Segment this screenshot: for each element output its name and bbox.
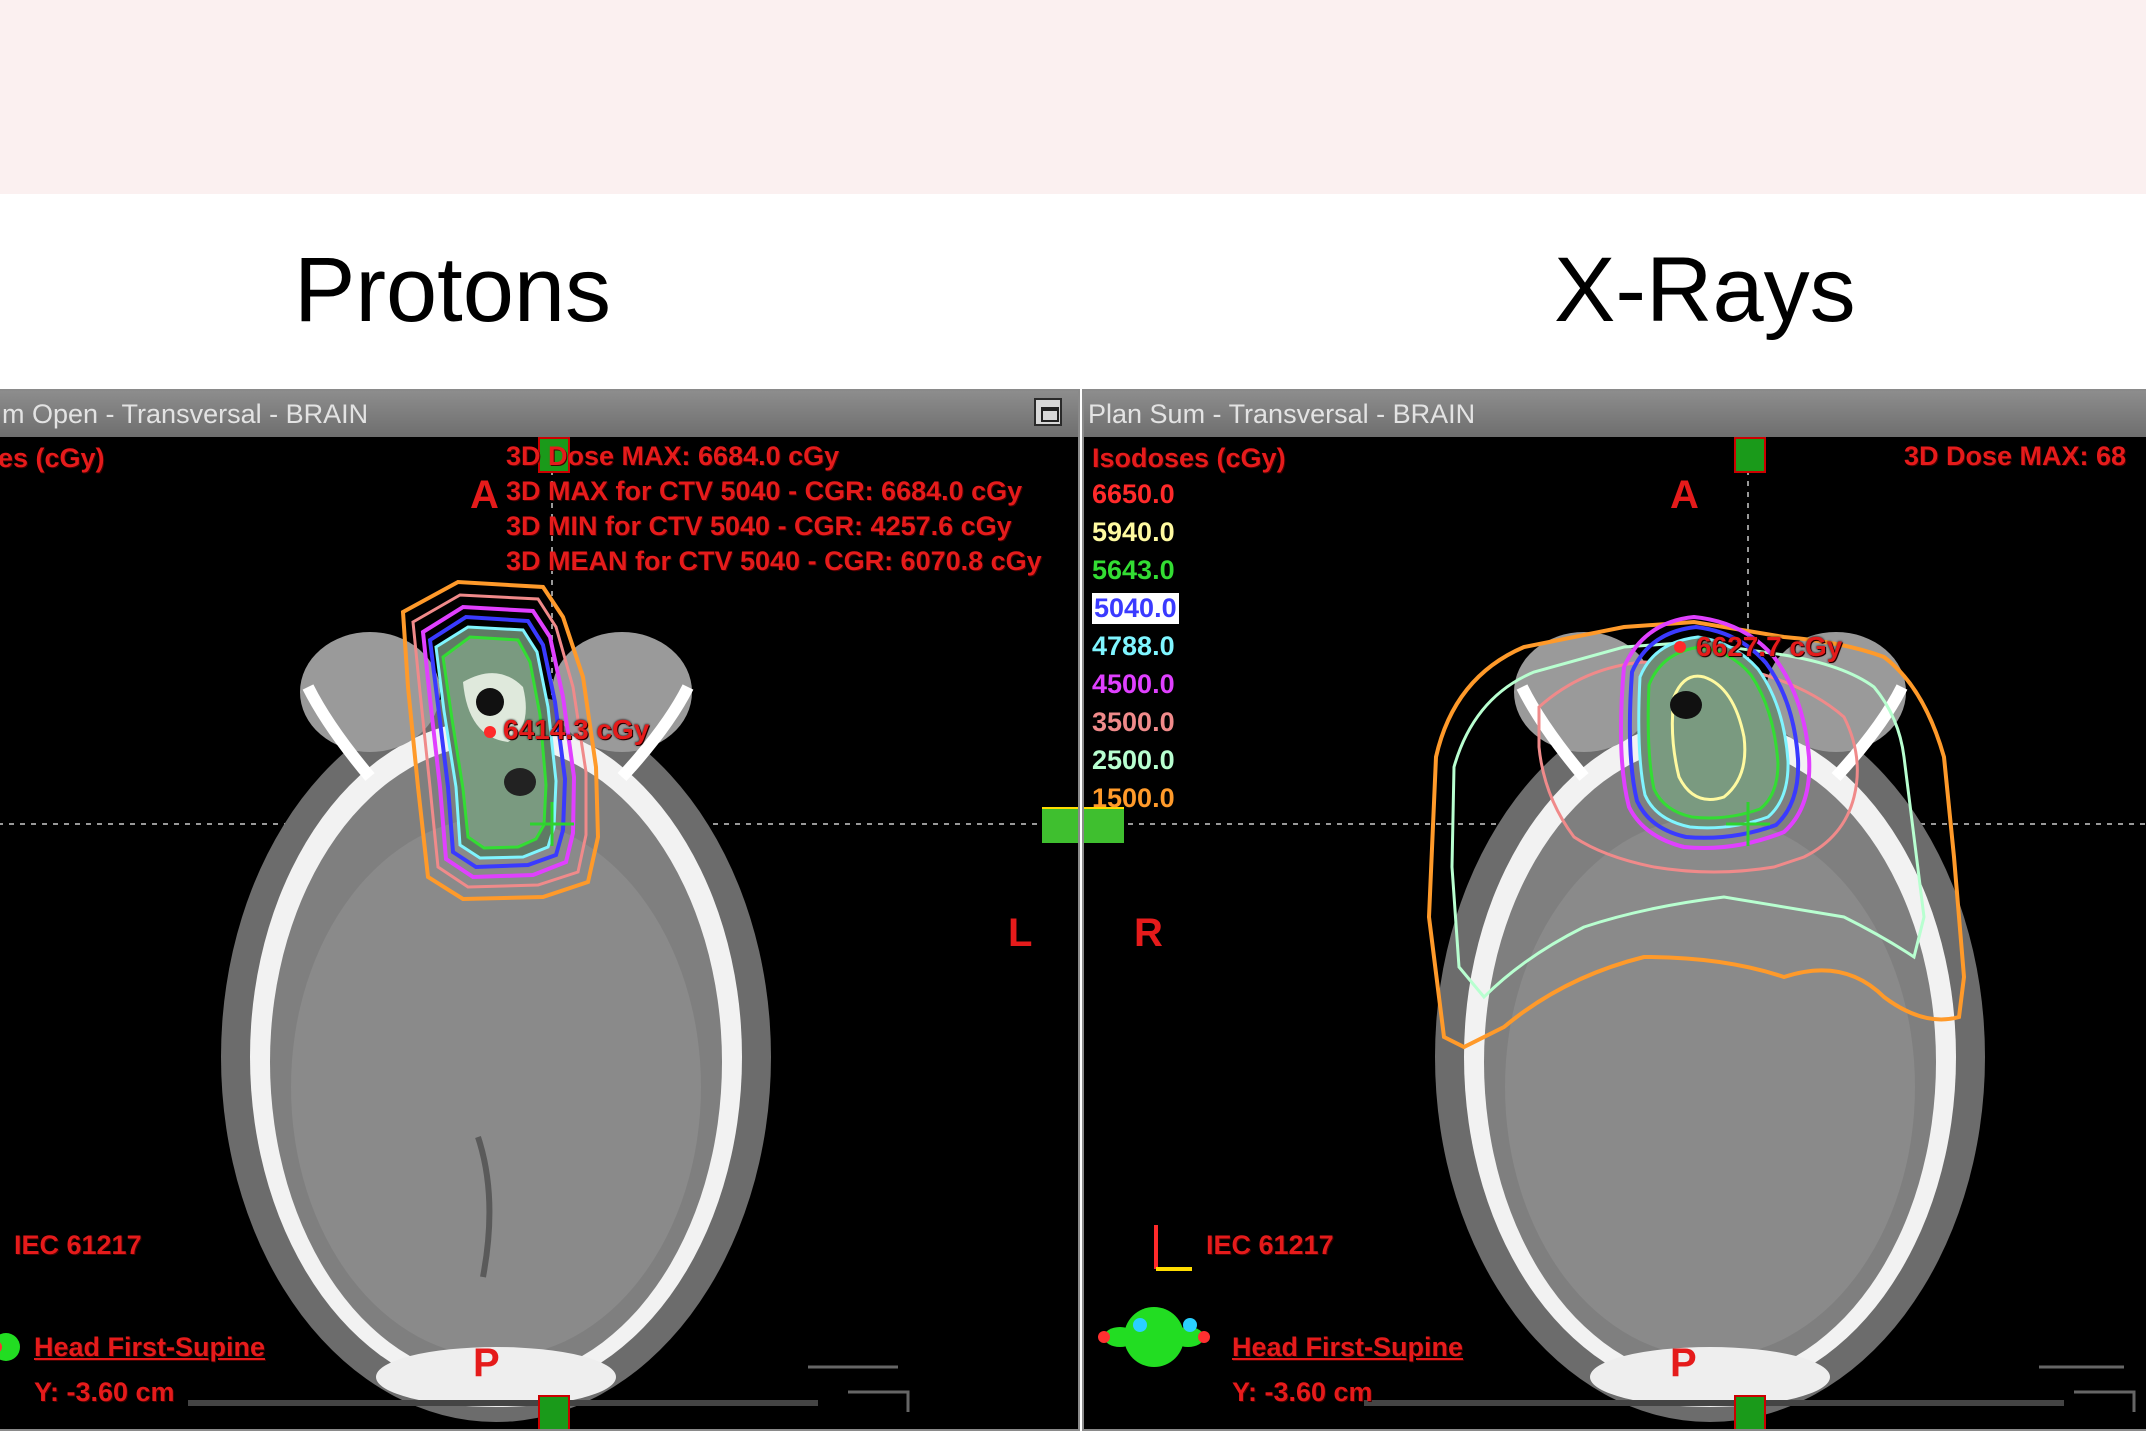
top-position-marker[interactable] <box>1734 437 1766 473</box>
orient-posterior: P <box>1670 1341 1697 1385</box>
xrays-ct-image <box>1084 437 2146 1429</box>
xrays-viewer-titlebar: Plan Sum - Transversal - BRAIN <box>1084 391 2146 437</box>
bottom-position-marker[interactable] <box>1734 1395 1766 1429</box>
isodose-2500: 2500.0 <box>1092 745 1175 775</box>
coord-system-label: IEC 61217 <box>1206 1230 1334 1260</box>
isodose-5040: 5040.0 <box>1092 593 1179 624</box>
slice-position-label: Y: -3.60 cm <box>34 1377 175 1407</box>
orient-right: R <box>1134 911 1163 955</box>
ctv-max-stat: 3D MAX for CTV 5040 - CGR: 6684.0 cGy <box>506 476 1023 506</box>
bottom-position-marker[interactable] <box>538 1395 570 1429</box>
slice-position-label: Y: -3.60 cm <box>1232 1377 1373 1407</box>
patient-position-label: Head First-Supine <box>34 1332 266 1362</box>
isodose-legend-header: Isodoses (cGy) <box>1092 443 1286 473</box>
orient-left: L <box>1008 911 1033 955</box>
isodose-3500: 3500.0 <box>1092 707 1175 737</box>
dose-max-stat: 3D Dose MAX: 6684.0 cGy <box>506 441 840 471</box>
xrays-viewer-title: Plan Sum - Transversal - BRAIN <box>1088 399 1476 429</box>
xrays-heading: X-Rays <box>1554 239 1856 341</box>
isodose-5643: 5643.0 <box>1092 555 1175 585</box>
protons-viewer-title: m Open - Transversal - BRAIN <box>2 399 369 429</box>
maximize-icon[interactable] <box>1034 398 1062 426</box>
orient-anterior: A <box>470 473 499 517</box>
protons-viewer-titlebar: m Open - Transversal - BRAIN <box>0 391 1078 437</box>
ctv-mean-stat: 3D MEAN for CTV 5040 - CGR: 6070.8 cGy <box>506 546 1042 576</box>
dose-max-stat: 3D Dose MAX: 68 <box>1904 441 2127 471</box>
coord-system-label: IEC 61217 <box>14 1230 142 1260</box>
xrays-viewer-panel[interactable]: Plan Sum - Transversal - BRAIN Isodoses … <box>1082 389 2146 1431</box>
protons-heading: Protons <box>294 239 612 341</box>
right-edge-marker[interactable] <box>1042 807 1078 843</box>
protons-viewer-panel[interactable]: m Open - Transversal - BRAIN es (cGy) 3D… <box>0 389 1080 1431</box>
point-dose-label: 6414.3 cGy <box>503 714 650 745</box>
isodose-1500: 1500.0 <box>1092 783 1175 813</box>
isodose-4500: 4500.0 <box>1092 669 1175 699</box>
isodose-6650: 6650.0 <box>1092 479 1175 509</box>
patient-position-label: Head First-Supine <box>1232 1332 1464 1362</box>
orient-posterior: P <box>473 1341 500 1385</box>
isodose-5940: 5940.0 <box>1092 517 1175 547</box>
header-band <box>0 0 2146 194</box>
ctv-min-stat: 3D MIN for CTV 5040 - CGR: 4257.6 cGy <box>506 511 1012 541</box>
point-dose-label: 6627.7 cGy <box>1696 631 1843 662</box>
isodose-4788: 4788.0 <box>1092 631 1175 661</box>
orient-anterior: A <box>1670 473 1699 517</box>
protons-ct-image <box>0 437 1078 1429</box>
isodose-legend-header: es (cGy) <box>0 443 105 473</box>
protons-ct-view[interactable]: es (cGy) 3D Dose MAX: 6684.0 cGy 3D MAX … <box>0 437 1078 1429</box>
xrays-ct-view[interactable]: Isodoses (cGy) 6650.0 5940.0 5643.0 5040… <box>1084 437 2146 1429</box>
